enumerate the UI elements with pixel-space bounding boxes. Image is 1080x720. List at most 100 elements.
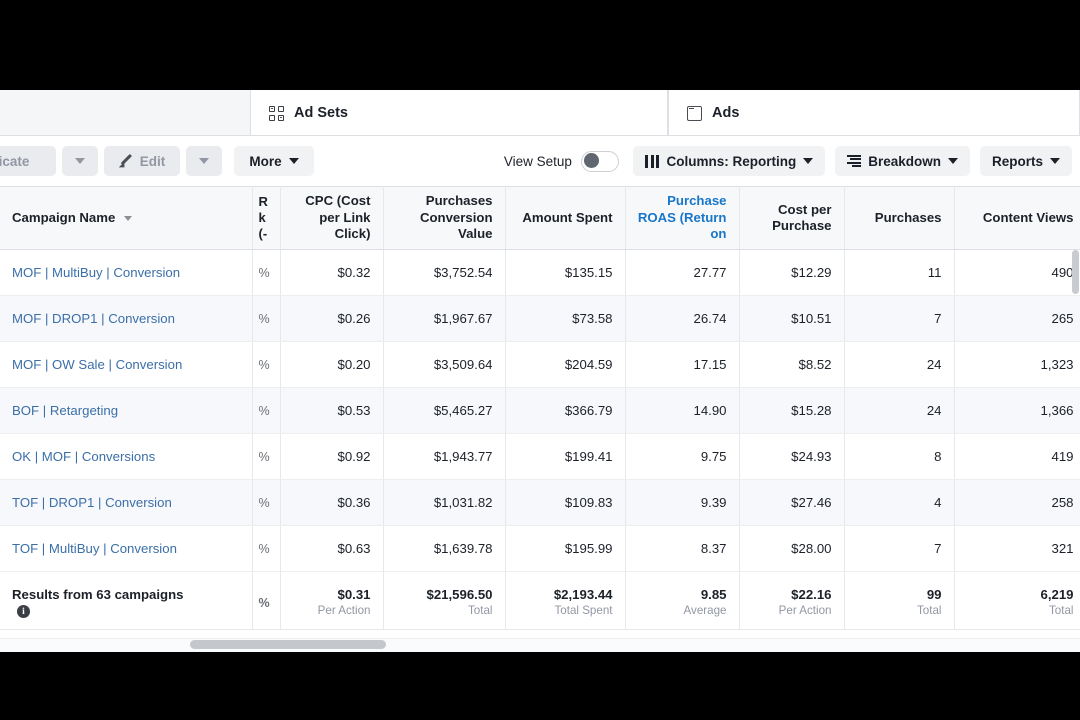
cell-purchases: 24 (844, 341, 955, 388)
action-toolbar: Duplicate Edit More View Setup (0, 136, 1080, 186)
info-icon[interactable]: i (17, 605, 30, 619)
header-partial-column[interactable]: Rk (- (252, 186, 281, 250)
letterbox-top (0, 0, 1080, 90)
totals-pcv-value: $21,596.50 (426, 586, 493, 602)
header-purchases-conversion-value[interactable]: Purchases Conversion Value (383, 186, 506, 250)
edit-dropdown-button[interactable] (186, 146, 222, 176)
horizontal-scrollbar-thumb[interactable] (190, 640, 386, 649)
header-content-views[interactable]: Content Views (954, 186, 1080, 250)
reports-button[interactable]: Reports (979, 146, 1072, 176)
edit-button-label: Edit (139, 153, 166, 169)
table-row[interactable]: TOF | DROP1 | Conversion % $0.36 $1,031.… (0, 479, 1080, 526)
totals-amount-spent: $2,193.44 Total Spent (505, 571, 626, 630)
cell-content-views: 419 (954, 433, 1080, 480)
edit-button[interactable]: Edit (104, 146, 180, 176)
cell-partial: % (252, 433, 281, 480)
ads-manager-app: Ad Sets Ads Duplicate Edit Mo (0, 90, 1080, 652)
header-content-views-label: Content Views (982, 209, 1074, 225)
chevron-down-icon (75, 158, 85, 164)
columns-button[interactable]: Columns: Reporting (632, 146, 826, 176)
campaign-link[interactable]: MOF | MultiBuy | Conversion (12, 265, 180, 280)
cell-cpc: $0.20 (280, 341, 384, 388)
cell-cost-per-purchase: $27.46 (739, 479, 845, 526)
cell-campaign-name[interactable]: BOF | Retargeting (0, 387, 253, 434)
vertical-scrollbar[interactable] (1072, 250, 1079, 294)
table-row[interactable]: TOF | MultiBuy | Conversion % $0.63 $1,6… (0, 525, 1080, 572)
totals-roas-value: 9.85 (700, 586, 727, 602)
cell-purchases: 11 (844, 249, 955, 296)
cell-pcv: $1,639.78 (383, 525, 506, 572)
totals-partial: % (252, 571, 281, 630)
chevron-down-icon (288, 158, 299, 164)
duplicate-button[interactable]: Duplicate (0, 146, 56, 176)
cell-campaign-name[interactable]: OK | MOF | Conversions (0, 433, 253, 480)
cell-campaign-name[interactable]: TOF | DROP1 | Conversion (0, 479, 253, 526)
cell-pcv: $1,031.82 (383, 479, 506, 526)
header-purchase-roas[interactable]: Purchase ROAS (Return on (625, 186, 740, 250)
more-button[interactable]: More (234, 146, 314, 176)
campaign-link[interactable]: TOF | MultiBuy | Conversion (12, 541, 177, 556)
cell-roas: 27.77 (625, 249, 740, 296)
chevron-down-icon (1050, 158, 1060, 164)
totals-content-views: 6,219 Total (954, 571, 1080, 630)
header-campaign-name[interactable]: Campaign Name (0, 186, 253, 250)
cell-cpc: $0.32 (280, 249, 384, 296)
breakdown-button-label: Breakdown (868, 153, 941, 169)
campaign-link[interactable]: BOF | Retargeting (12, 403, 118, 418)
cell-amount-spent: $195.99 (505, 525, 626, 572)
tab-ad-sets[interactable]: Ad Sets (250, 90, 668, 136)
tab-ads[interactable]: Ads (668, 90, 1080, 136)
totals-label: Results from 63 campaigns (12, 586, 184, 602)
cell-content-views: 265 (954, 295, 1080, 342)
cell-campaign-name[interactable]: MOF | MultiBuy | Conversion (0, 249, 253, 296)
duplicate-button-label: Duplicate (0, 153, 30, 169)
cell-cpc: $0.36 (280, 479, 384, 526)
header-cost-per-purchase[interactable]: Cost per Purchase (739, 186, 845, 250)
campaign-link[interactable]: MOF | DROP1 | Conversion (12, 311, 175, 326)
header-amount-spent[interactable]: Amount Spent (505, 186, 626, 250)
cell-roas: 14.90 (625, 387, 740, 434)
cell-pcv: $1,943.77 (383, 433, 506, 480)
table-row[interactable]: MOF | DROP1 | Conversion % $0.26 $1,967.… (0, 295, 1080, 342)
cell-content-views: 490 (954, 249, 1080, 296)
campaign-link[interactable]: MOF | OW Sale | Conversion (12, 357, 182, 372)
reports-button-label: Reports (991, 153, 1043, 169)
cell-campaign-name[interactable]: TOF | MultiBuy | Conversion (0, 525, 253, 572)
view-setup-toggle[interactable] (580, 150, 619, 172)
header-purchases[interactable]: Purchases (844, 186, 955, 250)
totals-spent-value: $2,193.44 (553, 586, 613, 602)
header-purchases-label: Purchases (874, 209, 942, 225)
campaign-link[interactable]: OK | MOF | Conversions (12, 449, 155, 464)
campaign-link[interactable]: TOF | DROP1 | Conversion (12, 495, 172, 510)
header-cpc[interactable]: CPC (Cost per Link Click) (280, 186, 384, 250)
cell-cost-per-purchase: $28.00 (739, 525, 845, 572)
table-row[interactable]: MOF | OW Sale | Conversion % $0.20 $3,50… (0, 341, 1080, 388)
tab-ad-sets-label: Ad Sets (294, 105, 348, 121)
campaign-table-wrapper: Campaign Name Rk (- CPC (Cost per Link Cl… (0, 186, 1080, 652)
cell-cpc: $0.63 (280, 525, 384, 572)
cell-campaign-name[interactable]: MOF | DROP1 | Conversion (0, 295, 253, 342)
duplicate-dropdown-button[interactable] (62, 146, 98, 176)
cell-partial: % (252, 525, 281, 572)
table-row[interactable]: OK | MOF | Conversions % $0.92 $1,943.77… (0, 433, 1080, 480)
sort-caret-icon[interactable] (124, 215, 133, 221)
toggle-knob (583, 153, 599, 168)
table-row[interactable]: BOF | Retargeting % $0.53 $5,465.27 $366… (0, 387, 1080, 434)
cell-campaign-name[interactable]: MOF | OW Sale | Conversion (0, 341, 253, 388)
cell-content-views: 1,323 (954, 341, 1080, 388)
totals-purchases-sub: Total (917, 604, 942, 618)
cell-purchases: 4 (844, 479, 955, 526)
header-campaign-name-label: Campaign Name (12, 209, 116, 225)
breakdown-button[interactable]: Breakdown (835, 146, 970, 176)
table-row[interactable]: MOF | MultiBuy | Conversion % $0.32 $3,7… (0, 249, 1080, 296)
grid-icon (269, 105, 284, 121)
horizontal-scrollbar-track[interactable] (0, 638, 1080, 652)
cell-cpc: $0.92 (280, 433, 384, 480)
totals-pcv: $21,596.50 Total (383, 571, 506, 630)
cell-cpc: $0.26 (280, 295, 384, 342)
totals-cost-per-purchase: $22.16 Per Action (739, 571, 845, 630)
chevron-down-icon (803, 158, 814, 164)
view-setup-control[interactable]: View Setup (504, 150, 623, 172)
campaign-table: Campaign Name Rk (- CPC (Cost per Link Cl… (0, 186, 1080, 630)
totals-cpc: $0.31 Per Action (280, 571, 384, 630)
